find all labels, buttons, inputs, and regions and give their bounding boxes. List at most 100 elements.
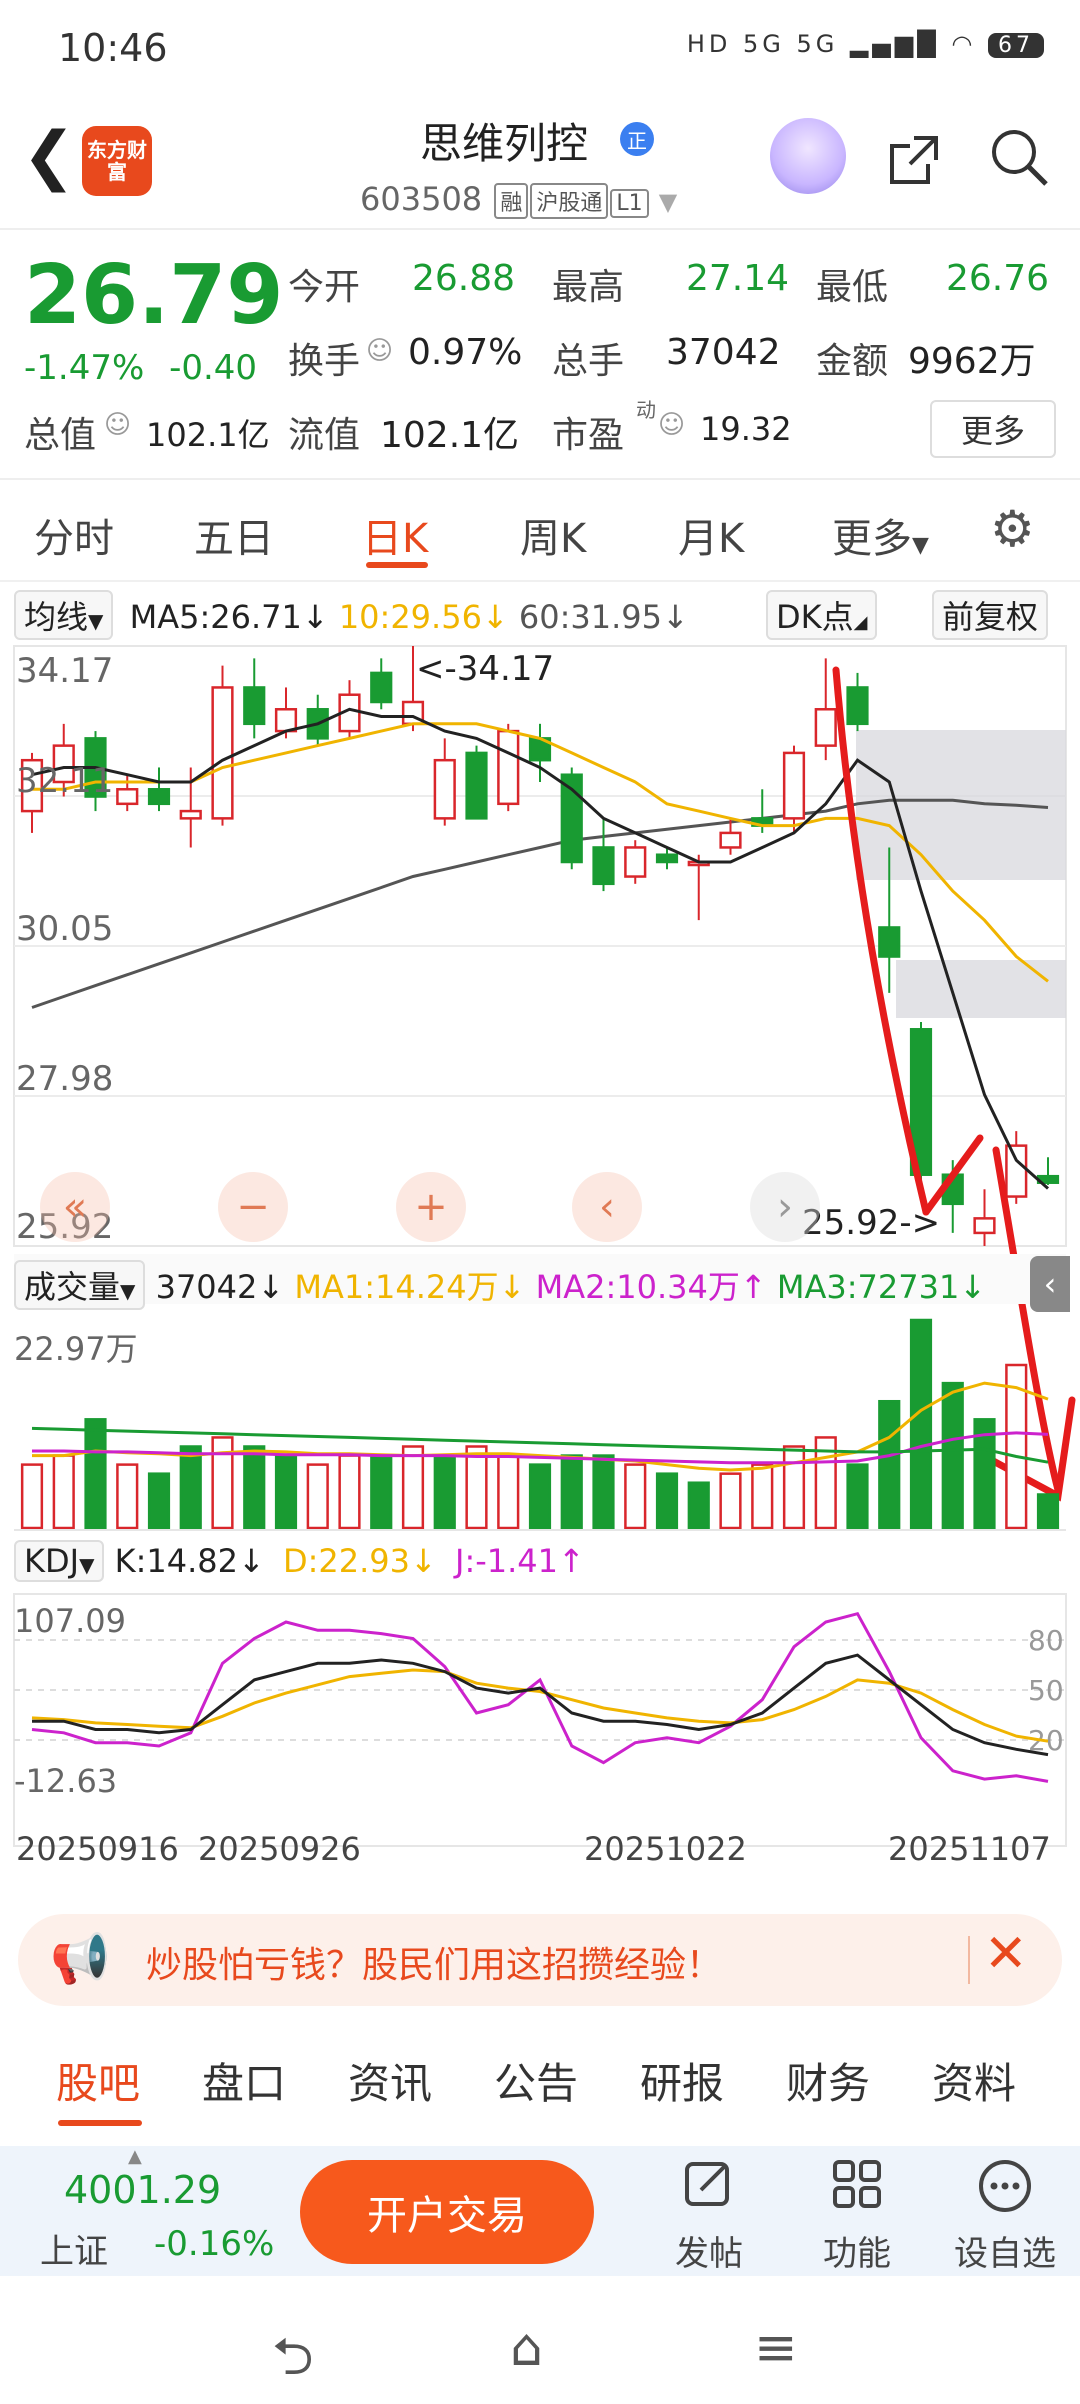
back-nav-icon[interactable]: ⮌: [272, 2318, 314, 2404]
share-icon[interactable]: [884, 130, 944, 203]
candle-body: [1005, 1144, 1028, 1198]
volume-selector[interactable]: 成交量▼: [14, 1260, 146, 1310]
edit-icon[interactable]: [644, 2156, 774, 2224]
volume-bar: [147, 1472, 171, 1530]
volume-bar: [719, 1472, 742, 1530]
divider: [0, 580, 1080, 582]
volume-indicator-row: 成交量▼ 37042↓ MA1:14.24万↓ MA2:10.34万↑ MA3:…: [14, 1260, 1024, 1310]
volume-bar: [909, 1318, 933, 1530]
tab-more[interactable]: 更多▼: [832, 506, 929, 564]
tab-daily-k[interactable]: 日K: [362, 506, 428, 564]
divider: [0, 478, 1080, 480]
open-value: 26.88: [412, 258, 516, 299]
high-annotation: <-34.17: [416, 649, 554, 689]
stock-code: 603508: [360, 180, 483, 218]
market-cap-value: 102.1亿: [146, 416, 270, 454]
verified-badge: 正: [620, 122, 654, 156]
active-tab-indicator: [366, 562, 428, 568]
index-change: -0.16%: [154, 2224, 275, 2264]
stock-header: ❮ 东方财富 思维列控 正 603508 融沪股通 L1 ▼: [0, 96, 1080, 226]
battery-icon: 67: [988, 33, 1044, 58]
pe-value: 19.32: [700, 410, 792, 448]
volume-bar: [497, 1454, 520, 1530]
candle-body: [274, 708, 298, 733]
promo-text: 炒股怕亏钱？股民们用这招攒经验！: [146, 1945, 723, 1986]
candle-body: [370, 671, 393, 704]
kdj-level-label: 50: [1028, 1674, 1064, 1707]
low-annotation: 25.92->: [802, 1203, 940, 1243]
trade-button[interactable]: 开户交易: [300, 2160, 594, 2264]
scroll-right-button[interactable]: ›: [750, 1172, 820, 1242]
adjust-button[interactable]: 前复权: [932, 590, 1049, 640]
assistant-robot-icon[interactable]: [770, 118, 846, 194]
kdj-indicator-row: KDJ▼ K:14.82↓ D:22.93↓ J:-1.41↑: [14, 1540, 1064, 1590]
promo-banner[interactable]: 📢 炒股怕亏钱？股民们用这招攒经验！ ✕: [18, 1914, 1062, 2006]
candle-body: [243, 686, 266, 726]
kdj-lines: [31, 1611, 1049, 1783]
tab-news[interactable]: 资讯: [348, 2050, 432, 2111]
date-axis-label: 20251022: [584, 1830, 747, 1868]
tab-monthly-k[interactable]: 月K: [678, 506, 744, 564]
menu-icon[interactable]: ≡: [754, 2318, 798, 2378]
price-axis-label: 34.17: [16, 651, 113, 691]
kdj-selector[interactable]: KDJ▼: [14, 1540, 105, 1582]
tab-research[interactable]: 研报: [640, 2050, 724, 2111]
close-icon[interactable]: ✕: [984, 1924, 1028, 1984]
volume-bar: [20, 1463, 44, 1530]
chevron-down-icon[interactable]: ▼: [659, 188, 677, 216]
chevron-up-icon[interactable]: ▲: [128, 2146, 142, 2167]
tab-weekly-k[interactable]: 周K: [520, 506, 586, 564]
add-watchlist-label[interactable]: 设自选: [930, 2226, 1080, 2275]
candle-body: [846, 686, 869, 726]
zoom-in-button[interactable]: +: [396, 1172, 466, 1242]
ma10-value: 10:29.56↓: [338, 598, 509, 636]
period-tabs: 分时 五日 日K 周K 月K 更多▼ ⚙: [0, 490, 1080, 580]
margin-tag: 融: [494, 183, 529, 219]
tab-profile[interactable]: 资料: [932, 2050, 1016, 2111]
candle-body: [179, 809, 202, 820]
network-icons: HD 5G 5G: [686, 30, 839, 58]
info-icon[interactable]: ☺: [104, 410, 131, 440]
scroll-to-start-button[interactable]: «: [40, 1172, 110, 1242]
info-icon[interactable]: ☺: [366, 336, 393, 366]
volume-bar: [624, 1463, 647, 1530]
dk-point-button[interactable]: DK点◢: [766, 590, 878, 640]
post-label[interactable]: 发帖: [634, 2226, 784, 2275]
candle-body: [814, 708, 837, 747]
collapse-panel-button[interactable]: ‹: [1030, 1256, 1070, 1312]
kdj-d-value: D:22.93↓: [282, 1542, 437, 1580]
scroll-left-button[interactable]: ‹: [572, 1172, 642, 1242]
tab-orderbook[interactable]: 盘口: [202, 2050, 286, 2111]
back-icon[interactable]: ❮: [22, 124, 76, 188]
info-icon[interactable]: ☺: [658, 410, 685, 440]
functions-label[interactable]: 功能: [782, 2226, 932, 2275]
tab-five-day[interactable]: 五日: [194, 506, 274, 564]
current-price: 26.79: [24, 248, 284, 343]
more-button[interactable]: 更多: [930, 400, 1056, 458]
tab-financials[interactable]: 财务: [786, 2050, 870, 2111]
ma-selector[interactable]: 均线▼: [14, 590, 114, 640]
home-icon[interactable]: ⌂: [510, 2318, 543, 2378]
tab-forum[interactable]: 股吧: [56, 2050, 140, 2111]
candle-body: [116, 788, 139, 806]
tab-more-label: 更多: [832, 516, 912, 562]
dk-zone-upper: [856, 730, 1066, 880]
zoom-out-button[interactable]: −: [218, 1172, 288, 1242]
search-icon[interactable]: [988, 126, 1050, 201]
ma-selector-label: 均线: [24, 598, 89, 636]
volume-axis-max: 22.97万: [14, 1330, 138, 1368]
stock-code-row: 603508 融沪股通 L1 ▼: [360, 180, 677, 219]
tab-announcements[interactable]: 公告: [494, 2050, 578, 2111]
index-value[interactable]: 4001.29: [64, 2168, 221, 2212]
gear-icon[interactable]: ⚙: [990, 500, 1035, 558]
change-amount: -0.40: [169, 348, 258, 388]
grid-icon[interactable]: [792, 2156, 922, 2224]
dots-icon[interactable]: [940, 2156, 1070, 2228]
candle-body: [211, 686, 234, 820]
price-axis-label: 32.11: [16, 761, 113, 801]
volume-bar: [687, 1481, 710, 1530]
candle-body: [655, 853, 679, 864]
candle-body: [878, 926, 901, 958]
tab-intraday[interactable]: 分时: [34, 506, 114, 564]
volume-bar: [560, 1454, 583, 1530]
